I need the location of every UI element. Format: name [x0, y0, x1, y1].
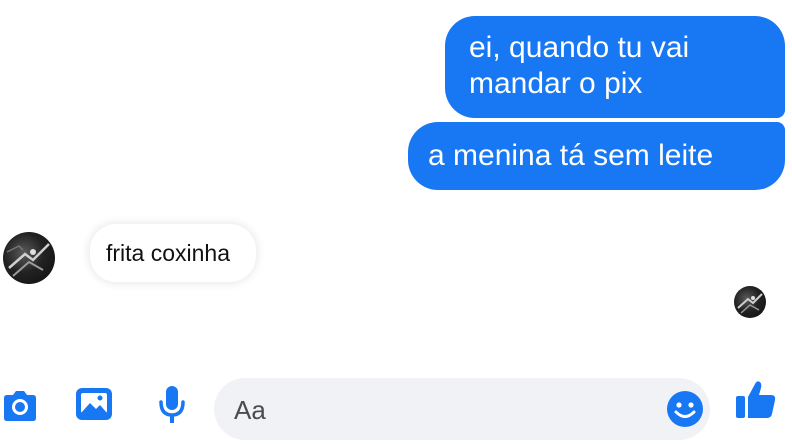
seen-indicator-avatar — [734, 286, 766, 318]
outgoing-message[interactable]: a menina tá sem leite — [408, 122, 785, 190]
outgoing-message[interactable]: ei, quando tu vai mandar o pix — [445, 16, 785, 118]
avatar-image — [6, 243, 50, 277]
contact-avatar[interactable] — [3, 232, 55, 284]
incoming-message[interactable]: frita coxinha — [90, 224, 256, 282]
avatar-image — [737, 293, 763, 314]
chat-screen: ei, quando tu vai mandar o pix a menina … — [0, 0, 792, 444]
thumbs-up-icon[interactable] — [734, 378, 778, 422]
message-input[interactable] — [232, 378, 656, 442]
image-icon[interactable] — [74, 386, 114, 424]
message-composer — [214, 378, 710, 442]
microphone-icon[interactable] — [156, 384, 188, 426]
emoji-icon[interactable] — [666, 390, 704, 428]
camera-icon[interactable] — [0, 386, 40, 426]
